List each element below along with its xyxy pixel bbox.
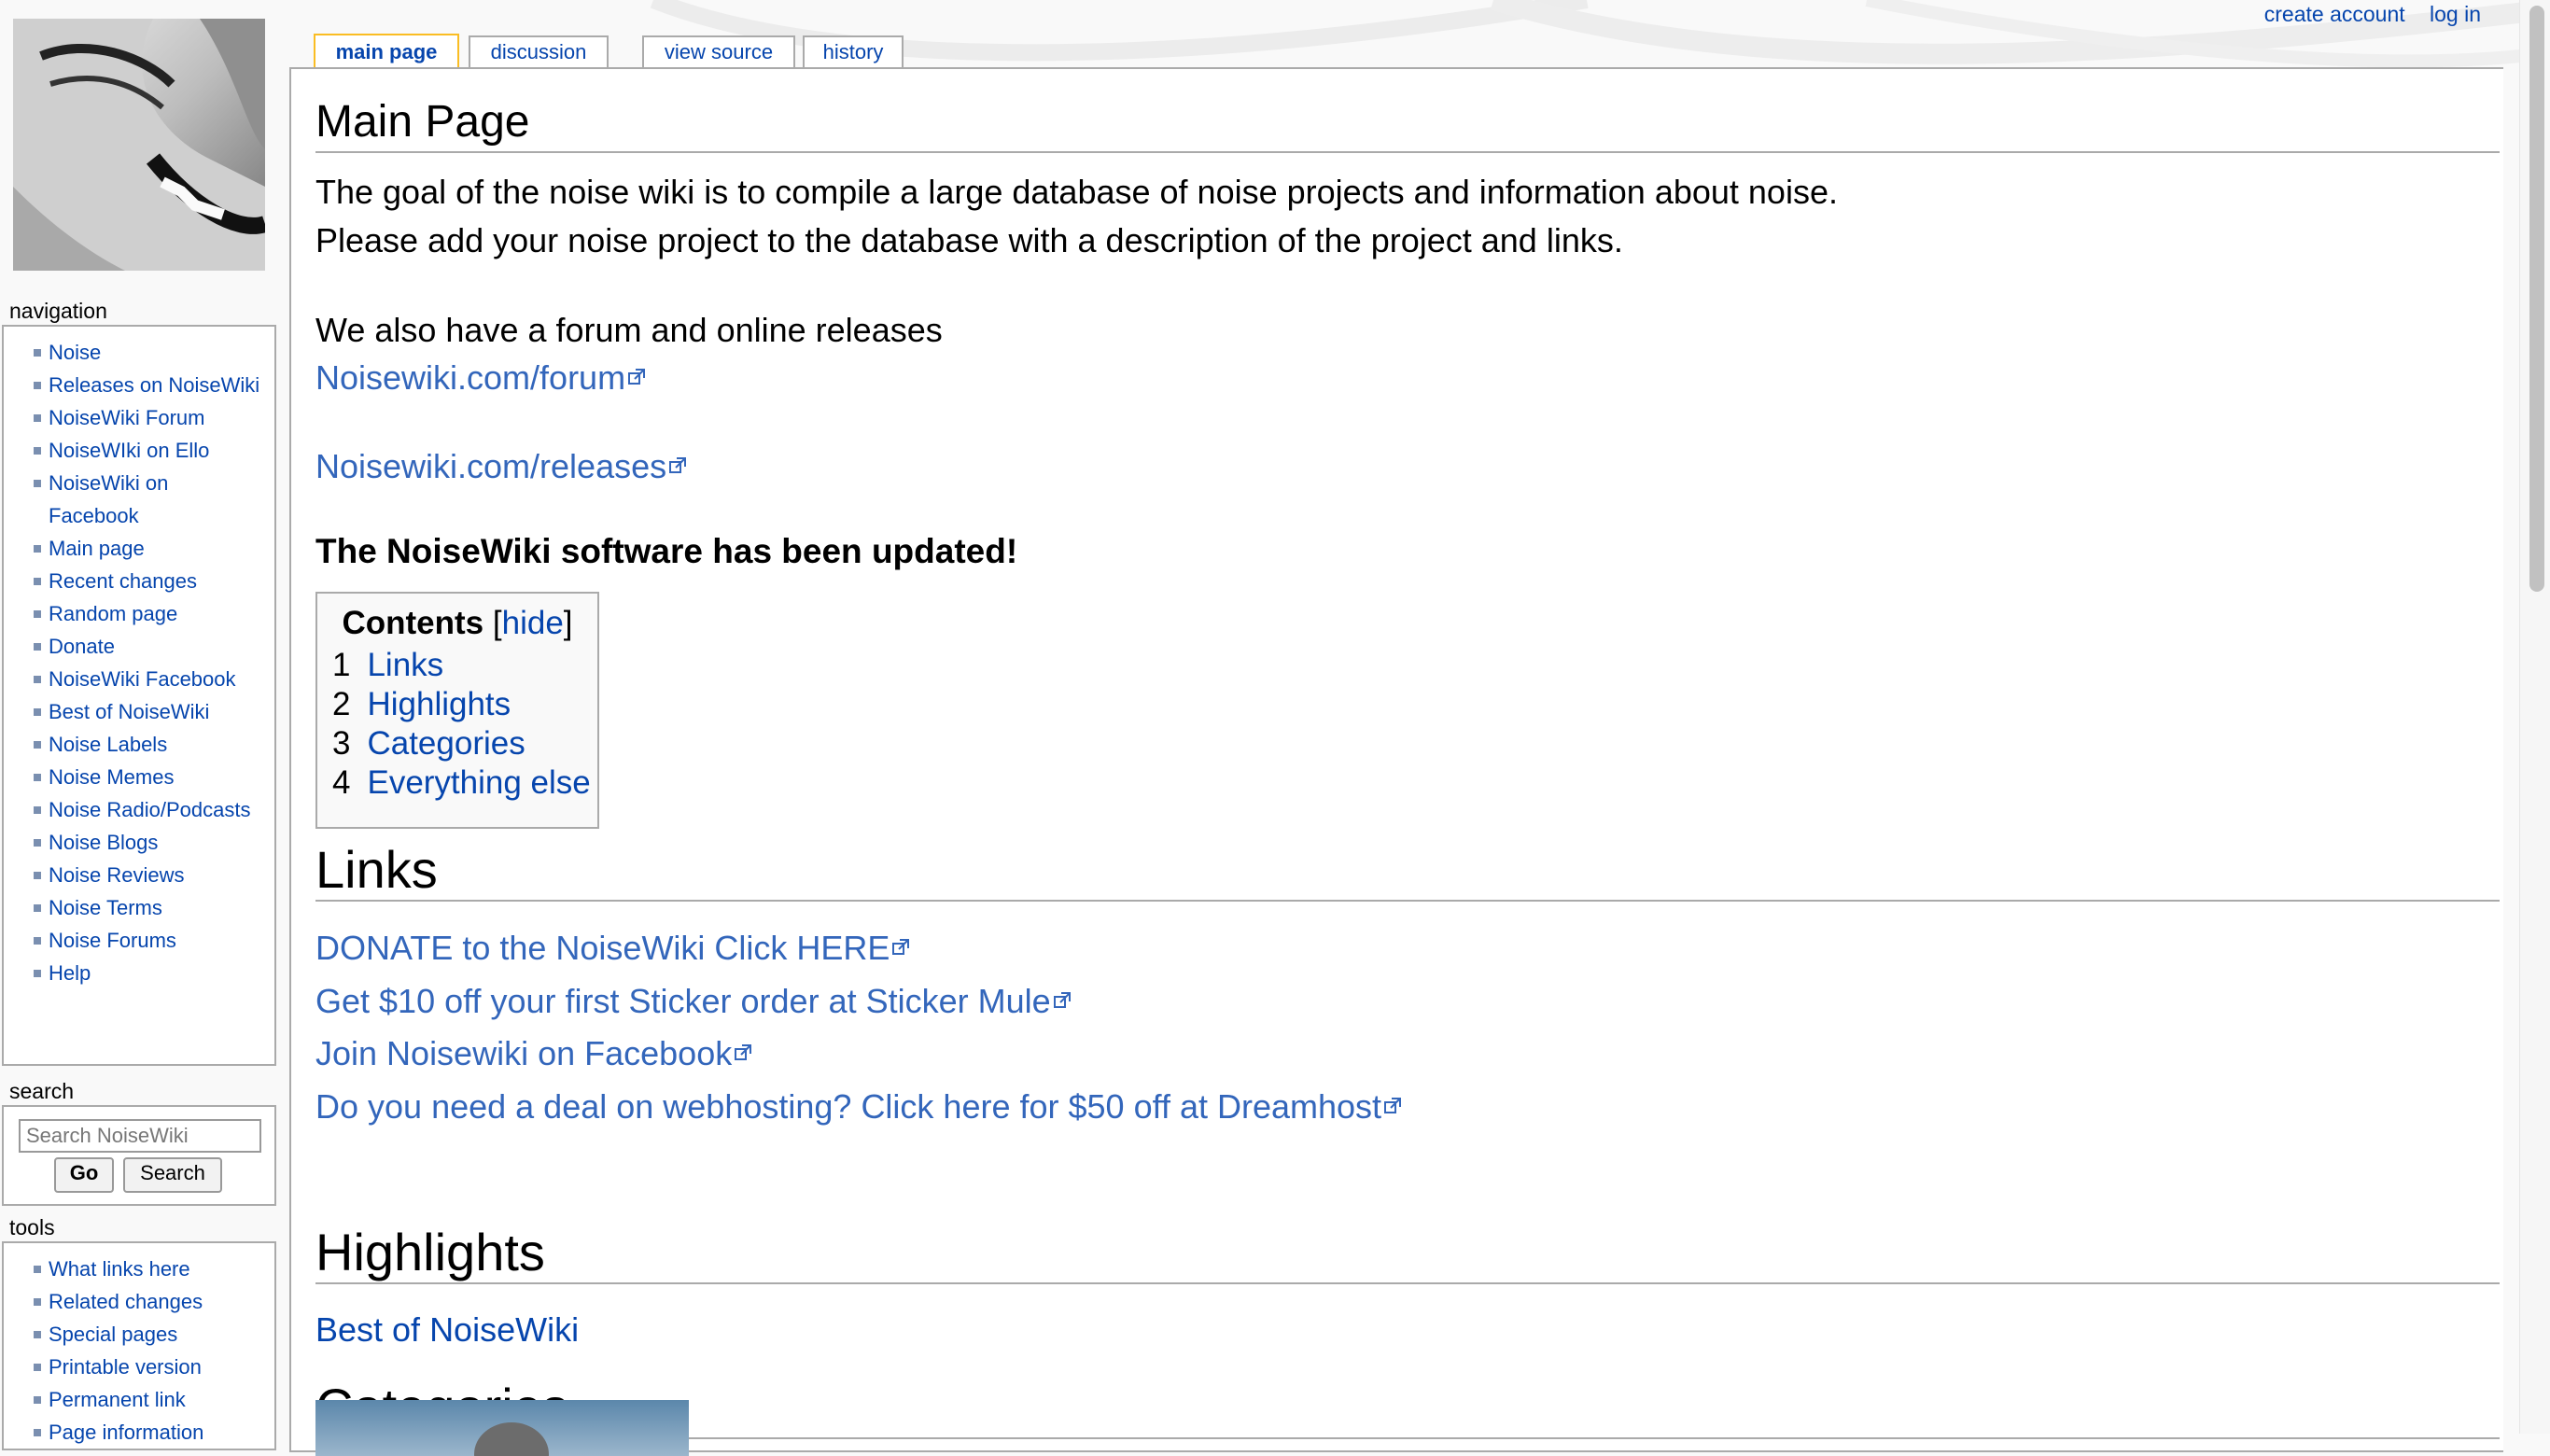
intro-line-2: Please add your noise project to the dat… <box>315 221 1623 259</box>
personal-tools: create account log in <box>2246 2 2481 27</box>
forum-link[interactable]: Noisewiki.com/forum <box>315 355 646 401</box>
tab-view-source[interactable]: view source <box>642 35 795 67</box>
sidebar-item-best-of[interactable]: Best of NoiseWiki <box>4 695 263 728</box>
table-of-contents: Contents [hide] 1 Links 2 Highlights 3 Cate… <box>315 592 599 829</box>
navigation-portlet: Noise Releases on NoiseWiki NoiseWiki Fo… <box>2 325 276 1066</box>
tool-printable-version[interactable]: Printable version <box>4 1351 263 1383</box>
forum-line: We also have a forum and online releases <box>315 311 943 349</box>
site-logo[interactable] <box>13 19 268 271</box>
tool-permanent-link[interactable]: Permanent link <box>4 1383 263 1416</box>
tab-main-page[interactable]: main page <box>314 34 459 69</box>
external-link-icon <box>669 457 687 474</box>
log-in-link[interactable]: log in <box>2430 2 2481 26</box>
toc-item-highlights[interactable]: 2 Highlights <box>332 685 597 724</box>
external-link-icon <box>1384 1097 1402 1113</box>
sidebar-item-noise[interactable]: Noise <box>4 336 263 369</box>
sidebar-item-noise-labels[interactable]: Noise Labels <box>4 728 263 761</box>
intro-line-1: The goal of the noise wiki is to compile… <box>315 173 1838 211</box>
sidebar-item-noisewiki-facebook[interactable]: NoiseWiki Facebook <box>4 663 263 695</box>
sidebar-item-ello[interactable]: NoiseWIki on Ello <box>4 434 263 467</box>
create-account-link[interactable]: create account <box>2264 2 2405 26</box>
sidebar-item-donate[interactable]: Donate <box>4 630 263 663</box>
vertical-scrollbar[interactable] <box>2519 0 2550 1434</box>
sidebar-item-noise-blogs[interactable]: Noise Blogs <box>4 826 263 859</box>
tool-related-changes[interactable]: Related changes <box>4 1285 263 1318</box>
highlights-heading: Highlights <box>315 1223 2500 1284</box>
sidebar-item-help[interactable]: Help <box>4 957 263 989</box>
search-input[interactable] <box>19 1119 261 1153</box>
toc-title-row: Contents [hide] <box>317 605 597 642</box>
releases-link-text[interactable]: Noisewiki.com/releases <box>315 447 666 485</box>
sidebar-item-noise-memes[interactable]: Noise Memes <box>4 761 263 793</box>
sidebar-item-forum[interactable]: NoiseWiki Forum <box>4 401 263 434</box>
sticker-mule-link[interactable]: Get $10 off your first Sticker order at … <box>315 975 1402 1029</box>
donate-link[interactable]: DONATE to the NoiseWiki Click HERE <box>315 922 1402 975</box>
toc-item-everything-else[interactable]: 4 Everything else <box>332 763 597 803</box>
sidebar-item-recent-changes[interactable]: Recent changes <box>4 565 263 597</box>
external-link-icon <box>735 1044 752 1061</box>
toc-title: Contents <box>342 605 484 641</box>
sidebar-item-random-page[interactable]: Random page <box>4 597 263 630</box>
external-link-icon <box>892 939 910 956</box>
toc-item-links[interactable]: 1 Links <box>332 646 597 685</box>
sidebar-item-noise-reviews[interactable]: Noise Reviews <box>4 859 263 891</box>
sidebar-item-noise-radio[interactable]: Noise Radio/Podcasts <box>4 793 263 826</box>
sidebar-item-noise-terms[interactable]: Noise Terms <box>4 891 263 924</box>
page-title: Main Page <box>315 95 2500 153</box>
forum-link-text[interactable]: Noisewiki.com/forum <box>315 358 625 397</box>
navigation-heading: navigation <box>9 299 107 323</box>
tab-discussion[interactable]: discussion <box>469 35 609 67</box>
dreamhost-link[interactable]: Do you need a deal on webhosting? Click … <box>315 1081 1402 1134</box>
scrollbar-thumb[interactable] <box>2529 6 2544 592</box>
best-of-noisewiki-link[interactable]: Best of NoiseWiki <box>315 1307 579 1353</box>
links-heading: Links <box>315 840 2500 902</box>
tools-heading: tools <box>9 1215 55 1239</box>
search-heading: search <box>9 1079 75 1103</box>
tool-what-links-here[interactable]: What links here <box>4 1253 263 1285</box>
search-button[interactable]: Search <box>123 1157 222 1193</box>
external-link-icon <box>1053 991 1071 1008</box>
tools-portlet: What links here Related changes Special … <box>2 1241 276 1450</box>
sidebar-item-releases[interactable]: Releases on NoiseWiki <box>4 369 263 401</box>
links-list: DONATE to the NoiseWiki Click HERE Get $… <box>315 922 1402 1133</box>
toc-hide-toggle[interactable]: [hide] <box>493 605 573 641</box>
tool-page-information[interactable]: Page information <box>4 1416 263 1449</box>
releases-link[interactable]: Noisewiki.com/releases <box>315 443 687 490</box>
external-link-icon <box>628 369 646 385</box>
sidebar-item-facebook[interactable]: NoiseWiki on Facebook <box>4 467 263 532</box>
main-content: Main Page The goal of the noise wiki is … <box>289 67 2503 1456</box>
tab-history[interactable]: history <box>803 35 904 67</box>
facebook-link[interactable]: Join Noisewiki on Facebook <box>315 1028 1402 1081</box>
toc-item-categories[interactable]: 3 Categories <box>332 724 597 763</box>
sidebar-item-noise-forums[interactable]: Noise Forums <box>4 924 263 957</box>
go-button[interactable]: Go <box>54 1157 114 1193</box>
sidebar-item-main-page[interactable]: Main page <box>4 532 263 565</box>
tool-special-pages[interactable]: Special pages <box>4 1318 263 1351</box>
updated-notice: The NoiseWiki software has been updated! <box>315 532 1018 570</box>
category-image[interactable] <box>315 1400 689 1456</box>
